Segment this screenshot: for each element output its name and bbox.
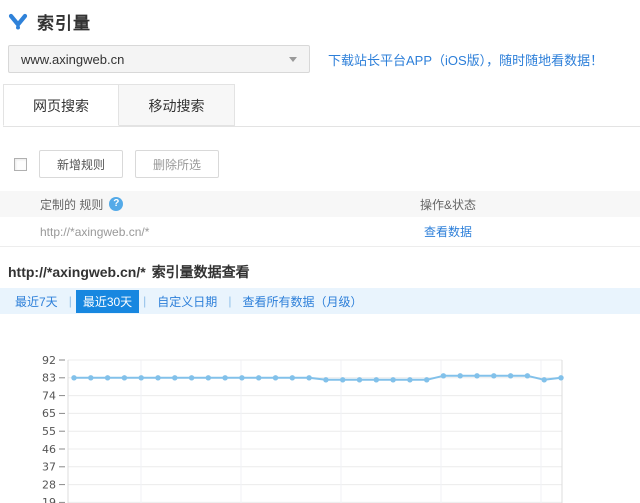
data-point bbox=[88, 375, 93, 380]
data-point bbox=[407, 377, 412, 382]
tab-web-search[interactable]: 网页搜索 bbox=[3, 84, 119, 126]
data-point bbox=[306, 375, 311, 380]
rule-url: http://*axingweb.cn/* bbox=[0, 225, 352, 239]
rules-table-header: 定制的 规则 ? 操作&状态 bbox=[0, 191, 640, 217]
site-selector-value: www.axingweb.cn bbox=[21, 52, 124, 67]
rules-toolbar: 新增规则 删除所选 bbox=[0, 150, 640, 178]
y-tick-label: 37 bbox=[42, 461, 56, 474]
data-point bbox=[390, 377, 395, 382]
filter-option-3[interactable]: 查看所有数据（月级） bbox=[235, 290, 369, 313]
section-title-url: http://*axingweb.cn/* bbox=[8, 264, 146, 280]
y-tick-label: 83 bbox=[42, 372, 56, 385]
data-point bbox=[206, 375, 211, 380]
data-point bbox=[474, 373, 479, 378]
rule-column-header: 定制的 规则 bbox=[40, 196, 103, 213]
actions-column-header: 操作&状态 bbox=[352, 196, 544, 213]
section-title: http://*axingweb.cn/* 索引量数据查看 bbox=[8, 262, 640, 282]
data-point bbox=[542, 377, 547, 382]
site-selector[interactable]: www.axingweb.cn bbox=[8, 45, 310, 73]
y-tick-label: 55 bbox=[42, 425, 56, 438]
page-header: 索引量 bbox=[0, 0, 640, 34]
y-tick-label: 92 bbox=[42, 354, 56, 367]
filter-separator: | bbox=[69, 294, 72, 308]
data-point bbox=[424, 377, 429, 382]
data-point bbox=[558, 375, 563, 380]
data-point bbox=[122, 375, 127, 380]
data-point bbox=[105, 375, 110, 380]
chevron-down-icon bbox=[289, 57, 297, 62]
y-tick-label: 65 bbox=[42, 407, 56, 420]
data-point bbox=[357, 377, 362, 382]
filter-option-2[interactable]: 自定义日期 bbox=[150, 290, 224, 313]
help-icon[interactable]: ? bbox=[109, 197, 123, 211]
data-point bbox=[290, 375, 295, 380]
tab-mobile-search[interactable]: 移动搜索 bbox=[119, 84, 235, 126]
y-tick-label: 74 bbox=[42, 389, 56, 402]
filter-separator: | bbox=[143, 294, 146, 308]
app-download-link[interactable]: 下载站长平台APP（iOS版），随时随地看数据！ bbox=[328, 50, 603, 69]
section-title-text: 索引量数据查看 bbox=[152, 264, 250, 280]
data-point bbox=[374, 377, 379, 382]
index-volume-icon bbox=[8, 13, 28, 31]
data-point bbox=[139, 375, 144, 380]
data-point bbox=[189, 375, 194, 380]
y-tick-label: 28 bbox=[42, 478, 56, 491]
data-point bbox=[508, 373, 513, 378]
data-point bbox=[256, 375, 261, 380]
y-tick-label: 46 bbox=[42, 443, 56, 456]
filter-option-0[interactable]: 最近7天 bbox=[8, 290, 65, 313]
index-volume-page: 索引量 www.axingweb.cn 下载站长平台APP（iOS版），随时随地… bbox=[0, 0, 640, 503]
data-point bbox=[323, 377, 328, 382]
data-point bbox=[172, 375, 177, 380]
search-type-tabs: 网页搜索移动搜索 bbox=[3, 84, 640, 127]
data-point bbox=[71, 375, 76, 380]
data-point bbox=[525, 373, 530, 378]
add-rule-button[interactable]: 新增规则 bbox=[39, 150, 123, 178]
data-point bbox=[458, 373, 463, 378]
date-range-filter-bar: 最近7天 | 最近30天 | 自定义日期 | 查看所有数据（月级） bbox=[0, 288, 640, 314]
site-row: www.axingweb.cn 下载站长平台APP（iOS版），随时随地看数据！ bbox=[0, 45, 640, 73]
data-point bbox=[222, 375, 227, 380]
data-point bbox=[441, 373, 446, 378]
data-point bbox=[491, 373, 496, 378]
page-title: 索引量 bbox=[37, 9, 91, 34]
y-tick-label: 19 bbox=[42, 496, 56, 503]
index-volume-chart: 92 83 74 65 55 46 37 28 19 bbox=[0, 348, 640, 503]
filter-separator: | bbox=[228, 294, 231, 308]
filter-option-1[interactable]: 最近30天 bbox=[76, 290, 139, 313]
data-point bbox=[273, 375, 278, 380]
view-data-link[interactable]: 查看数据 bbox=[424, 225, 472, 239]
select-all-checkbox[interactable] bbox=[14, 158, 27, 171]
chart-svg: 92 83 74 65 55 46 37 28 19 bbox=[0, 348, 640, 503]
data-point bbox=[155, 375, 160, 380]
rules-table: 定制的 规则 ? 操作&状态 http://*axingweb.cn/* 查看数… bbox=[0, 191, 640, 247]
data-point bbox=[239, 375, 244, 380]
data-point bbox=[340, 377, 345, 382]
delete-selected-button[interactable]: 删除所选 bbox=[135, 150, 219, 178]
table-row: http://*axingweb.cn/* 查看数据 bbox=[0, 217, 640, 247]
